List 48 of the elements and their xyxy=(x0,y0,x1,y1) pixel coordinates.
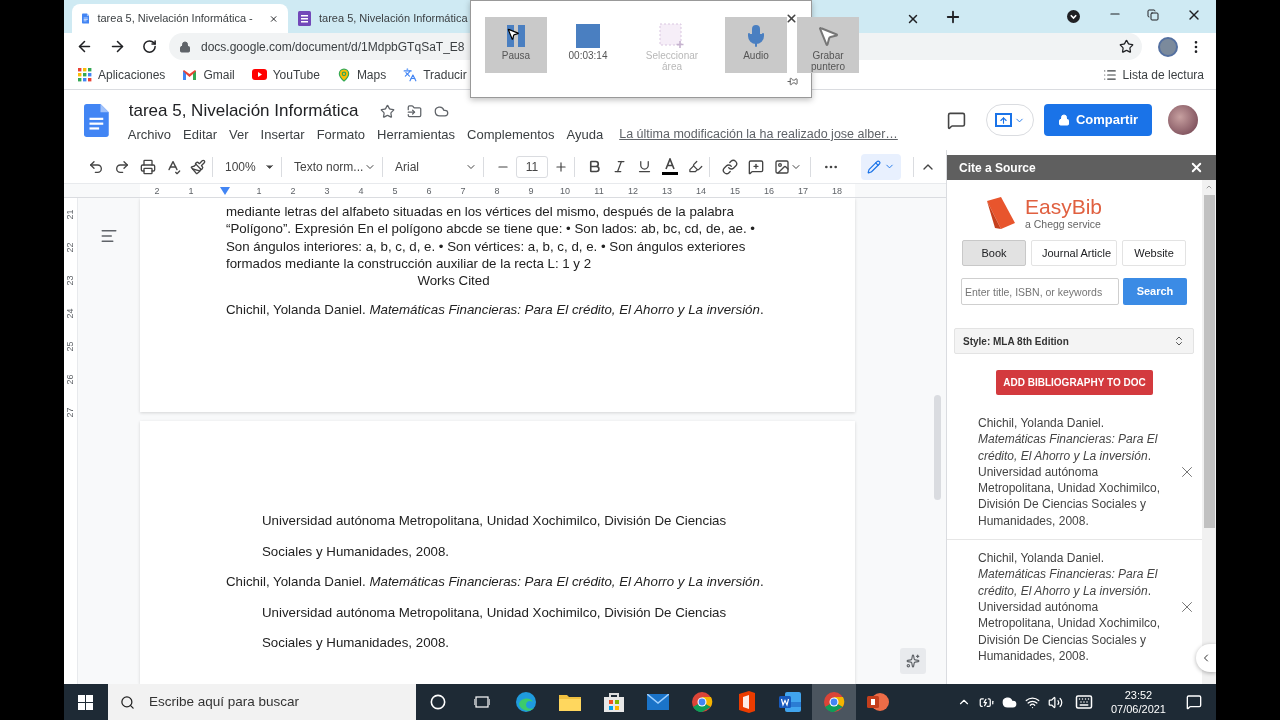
brand-name: EasyBib xyxy=(1025,196,1103,218)
ruler-number: 4 xyxy=(358,184,364,198)
ruler-number: 12 xyxy=(628,184,638,198)
ruler-number: 1 xyxy=(188,184,194,198)
ruler-number: 26 xyxy=(64,374,76,385)
ruler-number: 8 xyxy=(494,184,500,198)
works-cited-heading: Works Cited xyxy=(416,272,491,290)
paragraph-line: mediante letras del alfabeto situadas en los vértices del mismo, después de la palabra xyxy=(225,203,735,221)
citation-line: Chichil, Yolanda Daniel. Matemáticas Financieras: Para El crédito, El Ahorro y La inversión. xyxy=(225,301,765,319)
ruler-number: 23 xyxy=(64,275,76,286)
brand-tagline: a Chegg service xyxy=(1025,218,1102,230)
citation-text: Chichil, Yolanda Daniel. Matemáticas Financieras: Para El crédito, El Ahorro y La inversión. Universidad autónoma Metropolitana, Unidad Xochimilco, División De Ciencias Sociales y Humanidades, 2008. xyxy=(978,415,1162,530)
ruler-number: 13 xyxy=(662,184,672,198)
citation-line: Sociales y Humanidades, 2008. xyxy=(261,542,450,561)
ruler-number: 11 xyxy=(594,184,604,198)
ruler-number: 6 xyxy=(426,184,432,198)
citation-line: Sociales y Humanidades, 2008. xyxy=(261,634,450,652)
ruler-number: 17 xyxy=(798,184,808,198)
ruler-number: 2 xyxy=(154,184,160,198)
ruler-number: 27 xyxy=(64,407,76,418)
ruler-number: 1 xyxy=(256,184,262,198)
clock-time: 23:52 xyxy=(1124,688,1153,702)
ruler-number: 7 xyxy=(460,184,466,198)
ruler-number: 2 xyxy=(290,184,296,198)
ruler-number: 15 xyxy=(730,184,740,198)
url-text: docs.google.com/document/d/1MdpbGTqSaT_E8 xyxy=(201,38,465,56)
paragraph-line: formados mediante la construcción auxiliar de la recta L: 1 y 2 xyxy=(225,254,593,273)
ruler-number: 22 xyxy=(64,242,76,253)
citation-line: Chichil, Yolanda Daniel. Matemáticas Financieras: Para El crédito, El Ahorro y La inversión. xyxy=(225,573,765,591)
ruler-number: 10 xyxy=(560,184,570,198)
ruler-number: 18 xyxy=(832,184,842,198)
ruler-number: 5 xyxy=(392,184,398,198)
ruler-number: 24 xyxy=(64,308,76,319)
ruler-number: 14 xyxy=(696,184,706,198)
ruler-number: 25 xyxy=(64,341,76,352)
ruler-number: 16 xyxy=(764,184,774,198)
tab-title: tarea 5, Nivelación Informática xyxy=(319,11,468,27)
sidebar-title: Cite a Source xyxy=(959,159,1036,177)
ruler-number: 9 xyxy=(528,184,534,198)
ruler-number: 21 xyxy=(64,209,76,220)
paragraph-line: “Polígono”. Expresión En el polígono abcde se tiene que: • Son lados: ab, bc, cd, de, ae. • xyxy=(225,220,756,238)
citation-line: Universidad autónoma Metropolitana, Unidad Xochimilco, División De Ciencias xyxy=(261,512,728,530)
citation-text: Chichil, Yolanda Daniel. Matemáticas Financieras: Para El crédito, El Ahorro y La inversión. Universidad autónoma Metropolitana, Unidad Xochimilco, División De Ciencias Sociales y Humanidades, 2008. xyxy=(978,550,1162,665)
citation-line: Universidad autónoma Metropolitana, Unidad Xochimilco, División De Ciencias xyxy=(261,603,728,622)
ruler-number: 3 xyxy=(324,184,330,198)
clock-date: 07/06/2021 xyxy=(1110,702,1166,716)
tab-title: tarea 5, Nivelación Informática - xyxy=(97,11,253,27)
paragraph-line: Son ángulos interiores: a, b, c, d, e. • Son vértices: a, b, c, d, e. • Son ángulos exteriores xyxy=(225,237,747,255)
